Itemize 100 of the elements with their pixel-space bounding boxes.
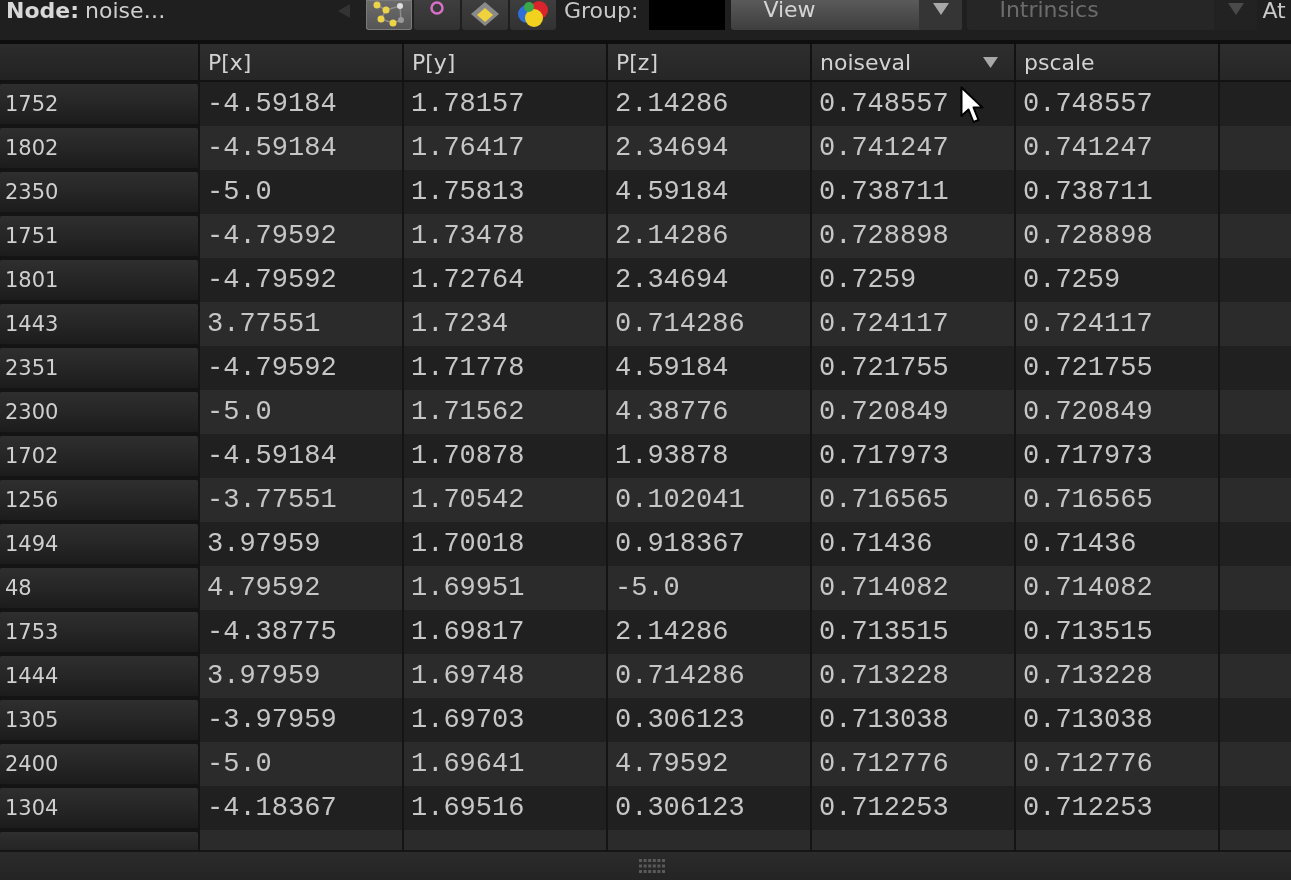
table-cell: 4.79592 [200, 566, 402, 610]
table-cell: 0.720849 [1016, 390, 1218, 434]
table-cell: 2.34694 [608, 258, 810, 302]
table-cell: 1.71562 [404, 390, 606, 434]
table-cell: 2.14286 [608, 214, 810, 258]
table-cell: -4.59184 [200, 434, 402, 478]
table-cell: 1.70878 [404, 434, 606, 478]
dropdown-caret-icon [932, 3, 949, 15]
table-cell: 1.73478 [404, 214, 606, 258]
table-cell: 0.717973 [812, 434, 1014, 478]
column-header[interactable]: P[z] [608, 44, 810, 80]
row-number: 1443 [0, 304, 198, 344]
node-name: noise… [85, 0, 166, 22]
table-cell: 0.712253 [1016, 786, 1218, 830]
view-mode-button[interactable] [414, 0, 460, 30]
table-cell: 0.748557 [812, 82, 1014, 126]
table-cell: 0.714286 [608, 654, 810, 698]
table-cell: 1.75813 [404, 170, 606, 214]
table-cell: 0.712776 [812, 742, 1014, 786]
grip-icon [638, 859, 665, 873]
table-cell: 2.34694 [608, 126, 810, 170]
table-cell: 0.714082 [1016, 566, 1218, 610]
table-cell: 0.728898 [812, 214, 1014, 258]
table-cell: -4.79592 [200, 346, 402, 390]
table-cell: 0.721755 [812, 346, 1014, 390]
table-cell: 0.102041 [608, 478, 810, 522]
table-cell: 0.712776 [1016, 742, 1218, 786]
column-header[interactable]: P[y] [404, 44, 606, 80]
table-cell: 3.77551 [200, 302, 402, 346]
view-mode-button[interactable] [462, 0, 508, 30]
table-cell: 0.306123 [608, 698, 810, 742]
table-cell: 0.714286 [608, 302, 810, 346]
table-cell: 1.72764 [404, 258, 606, 302]
view-dropdown[interactable]: View [731, 0, 963, 30]
row-number: 48 [0, 568, 198, 608]
table-cell: 1.71778 [404, 346, 606, 390]
diamond-icon [470, 1, 500, 27]
table-cell: 1.70018 [404, 522, 606, 566]
row-number: 1444 [0, 656, 198, 696]
table-cell: 0.738711 [812, 170, 1014, 214]
table-cell: 1.69951 [404, 566, 606, 610]
table-cell: 4.38776 [608, 390, 810, 434]
table-cell: 1.69641 [404, 742, 606, 786]
table-cell: 0.713228 [1016, 654, 1218, 698]
row-number: 1304 [0, 788, 198, 828]
column-header[interactable]: P[x] [200, 44, 402, 80]
row-number: 2400 [0, 744, 198, 784]
table-cell: 0.720849 [812, 390, 1014, 434]
row-number: 1801 [0, 260, 198, 300]
group-field[interactable] [649, 0, 726, 30]
table-cell: -5.0 [200, 742, 402, 786]
table-cell: 0.71436 [812, 522, 1014, 566]
table-cell: 0.724117 [812, 302, 1014, 346]
row-number: 1752 [0, 84, 198, 124]
table-cell: 0.713038 [812, 698, 1014, 742]
row-number: 1753 [0, 612, 198, 652]
table-cell: 1.69817 [404, 610, 606, 654]
table-cell: 0.741247 [1016, 126, 1218, 170]
horizontal-scrollbar[interactable] [0, 850, 1291, 880]
table-cell: 2.14286 [608, 82, 810, 126]
row-number: 1751 [0, 216, 198, 256]
table-cell: 0.717973 [1016, 434, 1218, 478]
view-mode-button[interactable] [366, 0, 412, 30]
table-cell: 1.69748 [404, 654, 606, 698]
table-cell: -4.79592 [200, 258, 402, 302]
table-cell: 0.7259 [812, 258, 1014, 302]
table-cell: -3.97959 [200, 698, 402, 742]
table-cell: 0.713228 [812, 654, 1014, 698]
table-cell: 0.724117 [1016, 302, 1218, 346]
table-cell: -4.59184 [200, 82, 402, 126]
table-cell: 0.713515 [1016, 610, 1218, 654]
table-cell: 0.728898 [1016, 214, 1218, 258]
table-cell: -3.77551 [200, 478, 402, 522]
ring-icon [430, 1, 444, 15]
table-cell: -4.79592 [200, 214, 402, 258]
table-cell: 0.748557 [1016, 82, 1218, 126]
row-number: 1702 [0, 436, 198, 476]
table-cell: -4.59184 [200, 126, 402, 170]
dropdown-caret-icon [1227, 3, 1244, 15]
table-cell: 1.7234 [404, 302, 606, 346]
attribute-label: At [1262, 0, 1286, 22]
table-cell: 4.79592 [608, 742, 810, 786]
column-header[interactable]: noiseval [812, 44, 1014, 80]
view-mode-button[interactable] [510, 0, 556, 30]
table-cell: 3.97959 [200, 522, 402, 566]
table-cell: 2.14286 [608, 610, 810, 654]
table-cell: 0.918367 [608, 522, 810, 566]
node-graph-icon [373, 1, 405, 27]
table-cell: -4.38775 [200, 610, 402, 654]
group-label: Group: [564, 0, 639, 22]
column-header[interactable]: pscale [1016, 44, 1218, 80]
table-cell: 0.713515 [812, 610, 1014, 654]
row-number: 2350 [0, 172, 198, 212]
table-cell: 1.70542 [404, 478, 606, 522]
table-cell: 4.59184 [608, 170, 810, 214]
table-cell: 0.738711 [1016, 170, 1218, 214]
table-cell: 0.713038 [1016, 698, 1218, 742]
table-cell: 0.741247 [812, 126, 1014, 170]
table-cell: 1.69703 [404, 698, 606, 742]
table-cell: 1.76417 [404, 126, 606, 170]
